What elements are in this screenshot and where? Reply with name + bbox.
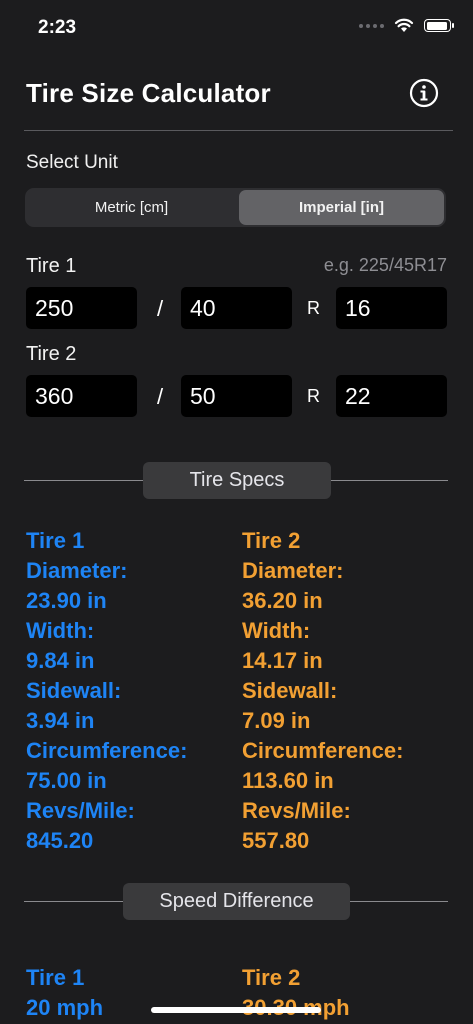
tire2-circumference-value: 113.60 in — [242, 768, 334, 793]
tire2-diameter-label: Diameter: — [242, 558, 344, 583]
tire1-specs-title: Tire 1 — [26, 528, 85, 553]
tire1-width-value: 9.84 in — [26, 648, 95, 673]
tire2-width-input[interactable]: 360 — [26, 375, 137, 417]
unit-option-metric[interactable]: Metric [cm] — [27, 190, 236, 225]
speed-divider-right — [349, 901, 448, 902]
tire2-revs-label: Revs/Mile: — [242, 798, 351, 823]
tire2-slash: / — [157, 384, 164, 409]
tire2-sidewall-label: Sidewall: — [242, 678, 338, 703]
home-indicator[interactable] — [151, 1007, 321, 1013]
battery-icon — [424, 19, 454, 32]
info-icon[interactable] — [409, 78, 439, 108]
tire2-width-label: Width: — [242, 618, 311, 643]
specs-divider-right — [330, 480, 448, 481]
tire1-ratio-input[interactable]: 40 — [181, 287, 292, 329]
tire1-width-input[interactable]: 250 — [26, 287, 137, 329]
tire-specs-header: Tire Specs — [143, 462, 331, 499]
tire1-circumference-label: Circumference: — [26, 738, 188, 763]
tire2-specs: Tire 2 Diameter: 36.20 in Width: 14.17 i… — [242, 526, 403, 856]
page-title: Tire Size Calculator — [26, 78, 271, 108]
tire2-specs-title: Tire 2 — [242, 528, 301, 553]
tire1-sidewall-label: Sidewall: — [26, 678, 122, 703]
tire1-speed: Tire 1 20 mph — [26, 963, 103, 1023]
tire1-speed-title: Tire 1 — [26, 965, 85, 990]
specs-divider-left — [24, 480, 144, 481]
tire2-rim-input[interactable]: 22 — [336, 375, 447, 417]
status-icons — [359, 18, 454, 33]
tire1-circumference-value: 75.00 in — [26, 768, 107, 793]
speed-difference-header: Speed Difference — [123, 883, 350, 920]
cellular-signal-icon — [359, 23, 384, 28]
speed-divider-left — [24, 901, 124, 902]
tire2-revs-value: 557.80 — [242, 828, 310, 853]
tire2-ratio-input[interactable]: 50 — [181, 375, 292, 417]
tire1-slash: / — [157, 296, 164, 321]
tire2-label: Tire 2 — [26, 343, 77, 365]
status-time: 2:23 — [38, 17, 77, 38]
tire2-width-value: 14.17 in — [242, 648, 323, 673]
tire1-diameter-value: 23.90 in — [26, 588, 107, 613]
wifi-icon — [394, 18, 414, 32]
tire2-r-label: R — [307, 386, 320, 406]
tire2-diameter-value: 36.20 in — [242, 588, 323, 613]
tire1-label: Tire 1 — [26, 255, 77, 277]
tire1-specs: Tire 1 Diameter: 23.90 in Width: 9.84 in… — [26, 526, 187, 856]
unit-segmented-control[interactable]: Metric [cm] Imperial [in] — [25, 188, 446, 227]
tire1-sidewall-value: 3.94 in — [26, 708, 95, 733]
select-unit-label: Select Unit — [26, 152, 118, 173]
tire1-width-label: Width: — [26, 618, 95, 643]
tire1-rim-input[interactable]: 16 — [336, 287, 447, 329]
tire1-revs-value: 845.20 — [26, 828, 94, 853]
tire2-sidewall-value: 7.09 in — [242, 708, 311, 733]
tire1-speed-value: 20 mph — [26, 995, 104, 1020]
tire2-speed: Tire 2 30.30 mph — [242, 963, 350, 1023]
tire1-diameter-label: Diameter: — [26, 558, 128, 583]
unit-option-imperial[interactable]: Imperial [in] — [239, 190, 444, 225]
status-bar: 2:23 — [0, 0, 473, 58]
tire1-revs-label: Revs/Mile: — [26, 798, 135, 823]
header-divider — [24, 130, 453, 131]
tire1-r-label: R — [307, 298, 320, 318]
tire2-circumference-label: Circumference: — [242, 738, 404, 763]
tire2-speed-title: Tire 2 — [242, 965, 301, 990]
example-hint: e.g. 225/45R17 — [323, 255, 447, 275]
